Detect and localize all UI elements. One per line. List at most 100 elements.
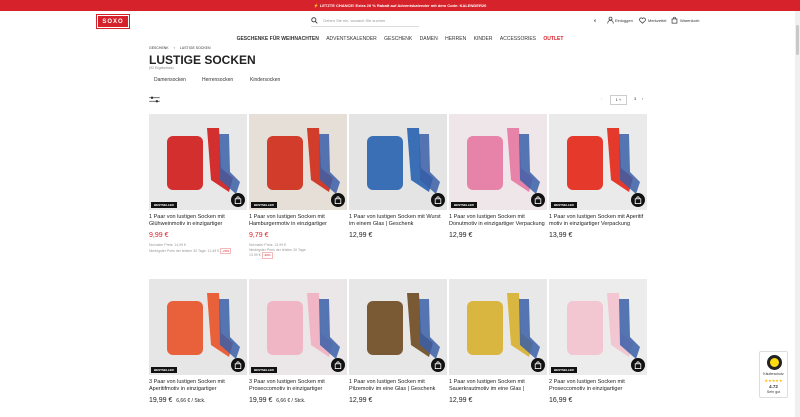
normal-price: Normaler Preis: 14,99 € [149, 243, 186, 247]
pagination: ‹ 1 ˅ 3 › [598, 95, 650, 105]
rating-label: Sehr gut [766, 390, 781, 394]
price-value: 13,99 € [549, 232, 573, 239]
chevron-right-icon[interactable]: › [642, 96, 643, 101]
product-image[interactable] [349, 279, 447, 375]
nav-item-accessories[interactable]: ACCESSORIES [500, 35, 536, 44]
user-icon[interactable] [607, 16, 614, 24]
add-to-cart-button[interactable] [631, 358, 645, 372]
price-value: 16,99 € [549, 397, 573, 404]
product-name[interactable]: 1 Paar von lustigen Socken mit Sauerkrau… [449, 379, 547, 393]
product-name[interactable]: 3 Paar von lustigen Socken mit Aperitifm… [149, 379, 247, 393]
add-to-cart-button[interactable] [331, 193, 345, 207]
heart-icon[interactable] [639, 17, 646, 24]
add-to-cart-button[interactable] [431, 358, 445, 372]
product-price: 13,99 € [549, 232, 572, 240]
trusted-shops-badge[interactable]: Käuferschutz ★★★★★ 4.72 Sehr gut [759, 351, 788, 398]
product-image[interactable]: BESTSELLER [549, 279, 647, 375]
add-to-cart-button[interactable] [531, 358, 545, 372]
product-name[interactable]: 2 Paar von lustigen Socken mit Proseccom… [549, 379, 647, 393]
lowest-price: Niedrigster Preis der letzten 30 Tage: [249, 247, 307, 252]
product-name[interactable]: 1 Paar von lustigen Socken mit Hamburger… [249, 214, 347, 228]
chevron-right-icon: › [173, 46, 175, 50]
product-name[interactable]: 1 Paar von lustigen Socken mit Aperitif … [549, 214, 647, 228]
product-price: 12,99 € [449, 397, 472, 405]
product-name[interactable]: 1 Paar von lustigen Socken mit Pilzemoti… [349, 379, 447, 393]
scrollbar[interactable] [795, 11, 800, 417]
wishlist-link[interactable]: Merkzettel [648, 17, 666, 24]
product-price: 9,99 € [149, 232, 168, 240]
product-price: 9,79 € [249, 232, 268, 240]
add-to-cart-button[interactable] [231, 193, 245, 207]
add-to-cart-button[interactable] [531, 193, 545, 207]
price-value: 12,99 € [349, 232, 373, 239]
bag-icon [434, 196, 442, 204]
bag-icon[interactable] [671, 16, 678, 24]
search-bar[interactable]: Geben Sie ein, wonach Sie suchen [311, 16, 419, 27]
nav-item-christmas[interactable]: GESCHENKE FÜR WEIHNACHTEN [237, 35, 319, 44]
product-image[interactable]: BESTSELLER [449, 114, 547, 210]
nav-item-outlet[interactable]: OUTLET [543, 35, 563, 44]
nav-item-advent[interactable]: ADVENTSKALENDER [326, 35, 377, 44]
subcategory-men[interactable]: Herrensocken [202, 77, 233, 83]
price-history: Normaler Preis: 14,99 € Niedrigster Preis… [149, 243, 259, 254]
nav-item-men[interactable]: HERREN [445, 35, 466, 44]
product-price: 19,99 € 6,66 € / Stck. [149, 397, 205, 405]
price-value: 9,99 € [149, 232, 169, 239]
product-image[interactable]: BESTSELLER [549, 114, 647, 210]
product-name[interactable]: 3 Paar von lustigen Socken mit Proseccom… [249, 379, 347, 393]
nav-item-gift[interactable]: GESCHENK [384, 35, 412, 44]
add-to-cart-button[interactable] [631, 193, 645, 207]
product-price: 12,99 € [449, 232, 472, 240]
add-to-cart-button[interactable] [431, 193, 445, 207]
breadcrumb-item[interactable]: GESCHENK [149, 46, 169, 50]
currency-selector[interactable]: € [594, 17, 596, 24]
product-image[interactable]: BESTSELLER [249, 114, 347, 210]
unit-price: 6,66 € / Stck. [176, 398, 206, 404]
scrollbar-thumb[interactable] [796, 25, 799, 55]
price-value: 19,99 € [149, 397, 173, 404]
main-nav: GESCHENKE FÜR WEIHNACHTEN ADVENTSKALENDE… [0, 35, 800, 44]
search-icon[interactable] [311, 17, 318, 24]
discount-badge: -20% [220, 247, 232, 254]
unit-price: 6,66 € / Stck. [276, 398, 306, 404]
product-image[interactable]: BESTSELLER [149, 279, 247, 375]
product-name[interactable]: 1 Paar von lustigen Socken mit Glühweinm… [149, 214, 247, 228]
price-value: 12,99 € [349, 397, 373, 404]
product-image[interactable]: BESTSELLER [149, 114, 247, 210]
price-history: Normaler Preis: 13,99 € Niedrigster Preis… [249, 243, 359, 259]
search-input[interactable]: Geben Sie ein, wonach Sie suchen [323, 16, 385, 26]
bag-icon [634, 361, 642, 369]
page-select[interactable]: 1 ˅ [610, 95, 627, 105]
bestseller-badge: BESTSELLER [151, 367, 177, 373]
product-image[interactable] [449, 279, 547, 375]
cart-link[interactable]: Warenkorb [680, 17, 699, 24]
bag-icon [234, 196, 242, 204]
login-link[interactable]: Einloggen [615, 17, 633, 24]
logo[interactable]: SOXO [96, 14, 130, 29]
price-value: 9,79 € [249, 232, 269, 239]
filter-icon[interactable] [149, 96, 160, 103]
bag-icon [434, 361, 442, 369]
breadcrumb-item[interactable]: LUSTIGE SOCKEN [180, 46, 211, 50]
subcategory-kids[interactable]: Kindersocken [250, 77, 280, 83]
product-price: 12,99 € [349, 232, 372, 240]
product-name[interactable]: 1 Paar von lustigen Socken mit Wurst im … [349, 214, 447, 228]
product-price: 16,99 € [549, 397, 572, 405]
price-value: 12,99 € [449, 232, 473, 239]
result-count: (92 Ergebnisse) [149, 66, 174, 70]
product-name[interactable]: 1 Paar von lustigen Socken mit Donutmoti… [449, 214, 547, 228]
nav-item-women[interactable]: DAMEN [420, 35, 438, 44]
bag-icon [234, 361, 242, 369]
bestseller-badge: BESTSELLER [251, 202, 277, 208]
product-image[interactable] [349, 114, 447, 210]
product-image[interactable]: BESTSELLER [249, 279, 347, 375]
page: ⚡ LETZTE CHANCE! Extra 20 % Rabatt auf A… [0, 0, 800, 417]
breadcrumb: GESCHENK › LUSTIGE SOCKEN [149, 45, 211, 51]
nav-item-kids[interactable]: KINDER [474, 35, 493, 44]
promo-banner[interactable]: ⚡ LETZTE CHANCE! Extra 20 % Rabatt auf A… [0, 0, 800, 11]
add-to-cart-button[interactable] [231, 358, 245, 372]
chevron-left-icon[interactable]: ‹ [601, 96, 602, 101]
bag-icon [334, 361, 342, 369]
add-to-cart-button[interactable] [331, 358, 345, 372]
subcategory-women[interactable]: Damensocken [154, 77, 186, 83]
